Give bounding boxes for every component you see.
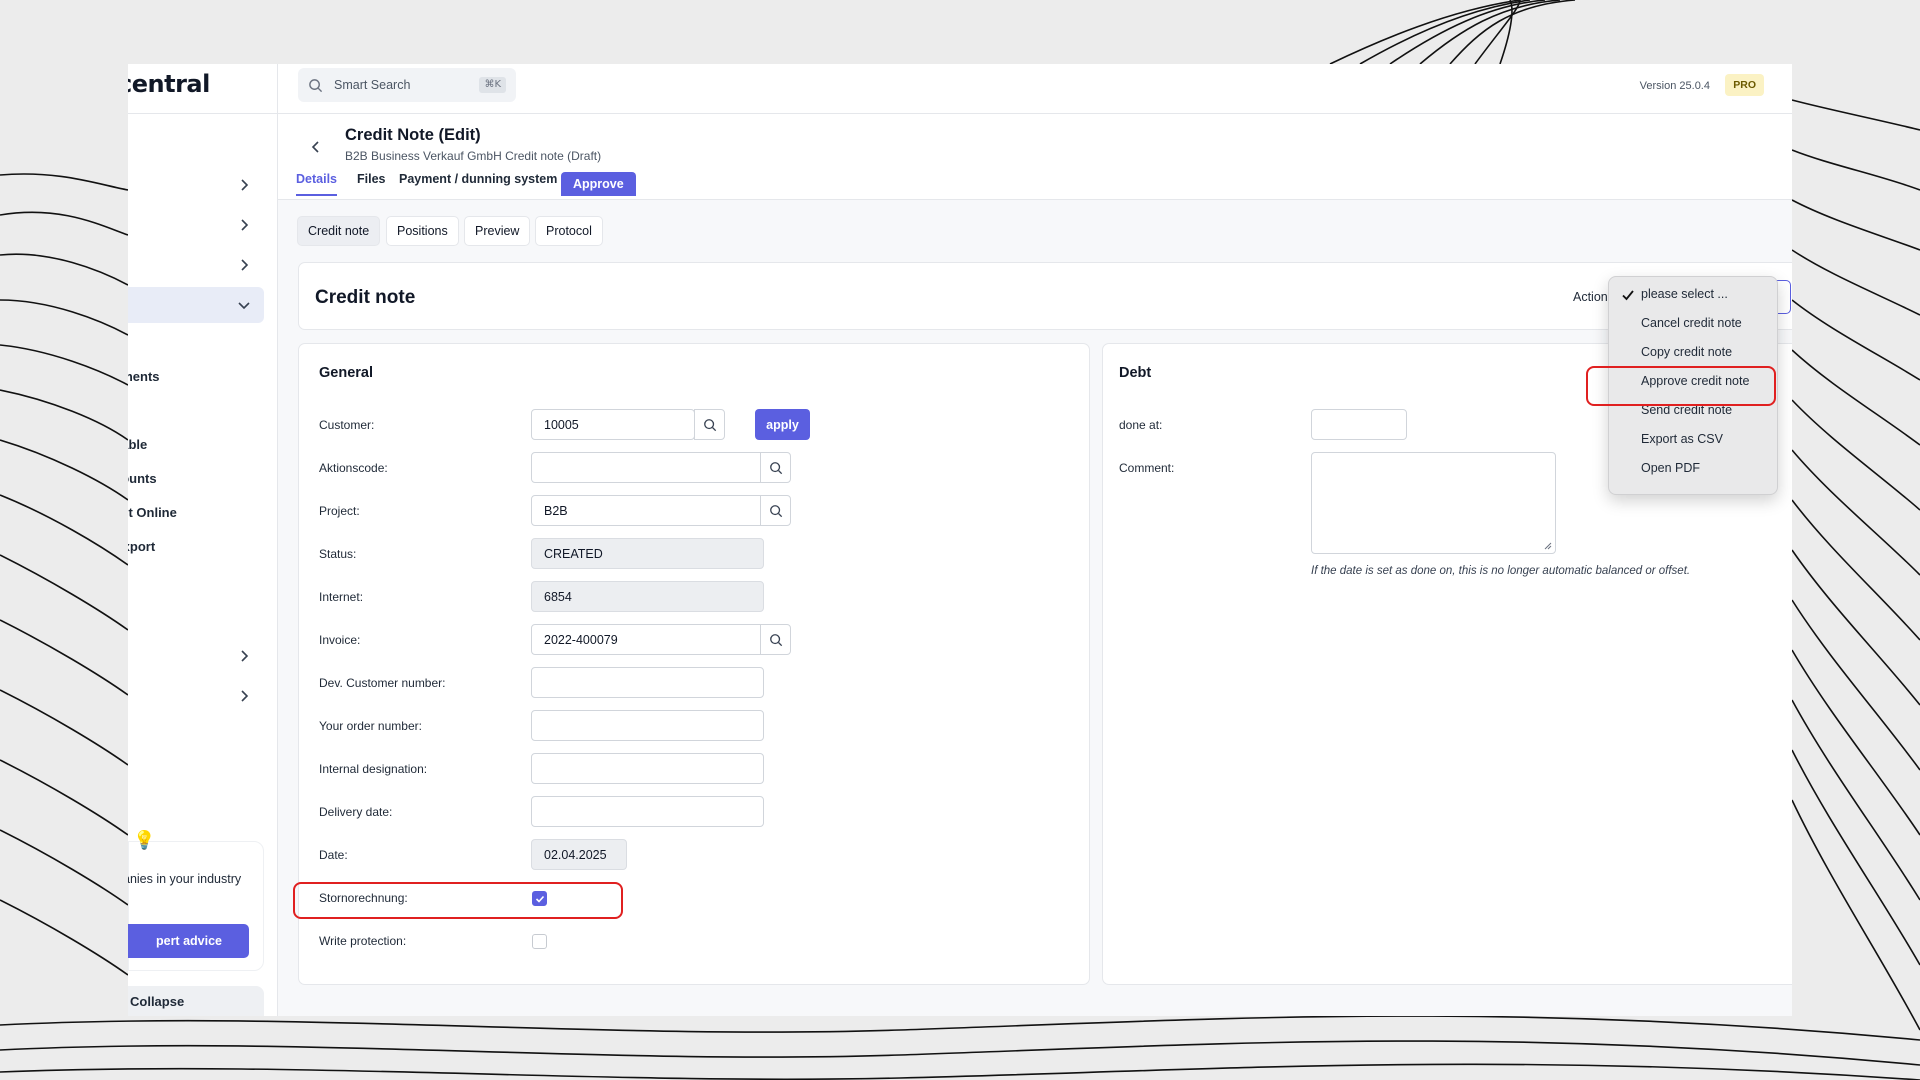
page-title: Credit Note (Edit): [345, 126, 481, 144]
dev-customer-input[interactable]: [531, 667, 764, 698]
invoice-input[interactable]: [531, 624, 764, 655]
sidebar-subitem[interactable]: Export: [128, 539, 155, 554]
highlight-storno-row: [293, 882, 623, 919]
expert-advice-card: 💡 anies in your industry pert advice: [128, 830, 264, 971]
resize-handle-icon[interactable]: [1544, 542, 1552, 550]
chevron-right-icon: [241, 259, 249, 271]
write-protection-checkbox[interactable]: [532, 934, 547, 949]
version-label: Version 25.0.4: [1639, 80, 1710, 92]
tab-payment[interactable]: Payment / dunning system: [399, 172, 557, 186]
customer-input[interactable]: [531, 409, 695, 440]
approve-tab-button[interactable]: Approve: [561, 172, 636, 196]
aktionscode-search-button[interactable]: [760, 452, 791, 483]
app-logo: central: [128, 70, 210, 98]
subtab-positions[interactable]: Positions: [386, 216, 459, 246]
page-header: Credit Note (Edit) B2B Business Verkauf …: [278, 114, 1792, 200]
chevron-right-icon: [241, 650, 249, 662]
sidebar-subitem[interactable]: ect Online: [128, 505, 177, 520]
order-number-label: Your order number:: [319, 719, 422, 733]
order-number-input[interactable]: [531, 710, 764, 741]
search-placeholder: Smart Search: [334, 78, 411, 92]
tab-details[interactable]: Details: [296, 172, 337, 196]
sidebar-nav-item-active[interactable]: [128, 287, 264, 323]
debt-note: If the date is set as done on, this is n…: [1311, 565, 1691, 577]
internal-designation-input[interactable]: [531, 753, 764, 784]
comment-label: Comment:: [1119, 461, 1175, 475]
app-window: central yments yable counts ect Online E…: [128, 64, 1792, 1016]
subtab-protocol[interactable]: Protocol: [535, 216, 603, 246]
lightbulb-icon: 💡: [133, 830, 156, 850]
done-at-label: done at:: [1119, 418, 1163, 432]
chevron-right-icon: [241, 219, 249, 231]
customer-label: Customer:: [319, 418, 375, 432]
highlight-approve-item: [1586, 366, 1776, 406]
credit-note-card: Credit note Action: [298, 262, 1792, 330]
expert-advice-button[interactable]: pert advice: [128, 924, 249, 958]
sidebar: central yments yable counts ect Online E…: [128, 64, 278, 1016]
status-field: [531, 538, 764, 569]
menu-item-export-csv[interactable]: Export as CSV: [1641, 432, 1723, 446]
project-input[interactable]: [531, 495, 764, 526]
page-subtitle: B2B Business Verkauf GmbH Credit note (D…: [345, 149, 602, 163]
menu-item-open-pdf[interactable]: Open PDF: [1641, 461, 1700, 475]
search-icon: [770, 634, 783, 647]
general-title: General: [319, 365, 373, 381]
menu-item-cancel-credit-note[interactable]: Cancel credit note: [1641, 316, 1742, 330]
search-icon: [704, 419, 717, 432]
sidebar-nav-item[interactable]: [128, 638, 264, 674]
tab-files[interactable]: Files: [357, 172, 386, 186]
date-label: Date:: [319, 848, 348, 862]
sidebar-nav-item[interactable]: [128, 247, 264, 283]
project-label: Project:: [319, 504, 360, 518]
search-icon: [309, 79, 323, 93]
sidebar-divider: [128, 113, 277, 114]
action-label: Action: [1573, 290, 1608, 304]
subtab-preview[interactable]: Preview: [464, 216, 531, 246]
search-icon: [770, 505, 783, 518]
card-title: Credit note: [315, 287, 416, 308]
back-arrow-icon[interactable]: [308, 139, 324, 155]
smart-search[interactable]: Smart Search ⌘K: [298, 68, 516, 102]
delivery-date-label: Delivery date:: [319, 805, 393, 819]
search-shortcut: ⌘K: [479, 77, 506, 93]
chevron-down-icon: [238, 302, 250, 310]
collapse-sidebar-button[interactable]: Collapse: [128, 986, 264, 1016]
sidebar-nav-item[interactable]: [128, 167, 264, 203]
menu-item-copy-credit-note[interactable]: Copy credit note: [1641, 345, 1732, 359]
write-protection-label: Write protection:: [319, 934, 407, 948]
checkmark-icon: [1622, 290, 1634, 301]
internet-label: Internet:: [319, 590, 364, 604]
debt-title: Debt: [1119, 365, 1152, 381]
dev-customer-label: Dev. Customer number:: [319, 676, 446, 690]
sidebar-subitem[interactable]: counts: [128, 471, 157, 486]
internal-designation-label: Internal designation:: [319, 762, 428, 776]
sidebar-subitem[interactable]: yable: [128, 437, 147, 452]
invoice-search-button[interactable]: [760, 624, 791, 655]
comment-textarea[interactable]: [1311, 452, 1556, 554]
chevron-right-icon: [241, 179, 249, 191]
advice-text: anies in your industry: [128, 872, 242, 886]
chevron-right-icon: [241, 690, 249, 702]
search-icon: [770, 462, 783, 475]
date-field: [531, 839, 627, 870]
internet-field: [531, 581, 764, 612]
delivery-date-input[interactable]: [531, 796, 764, 827]
project-search-button[interactable]: [760, 495, 791, 526]
plan-badge: PRO: [1725, 74, 1764, 96]
top-bar: Smart Search ⌘K Version 25.0.4 PRO: [278, 64, 1792, 114]
aktionscode-label: Aktionscode:: [319, 461, 388, 475]
subtab-credit-note[interactable]: Credit note: [297, 216, 381, 246]
menu-item-please-select[interactable]: please select ...: [1641, 287, 1728, 301]
customer-search-button[interactable]: [694, 409, 725, 440]
sidebar-nav-item[interactable]: [128, 678, 264, 714]
done-at-input[interactable]: [1311, 409, 1407, 440]
aktionscode-input[interactable]: [531, 452, 764, 483]
apply-button[interactable]: apply: [755, 409, 810, 440]
sidebar-subitem[interactable]: yments: [128, 369, 160, 384]
sidebar-nav-item[interactable]: [128, 207, 264, 243]
status-label: Status:: [319, 547, 357, 561]
invoice-label: Invoice:: [319, 633, 361, 647]
